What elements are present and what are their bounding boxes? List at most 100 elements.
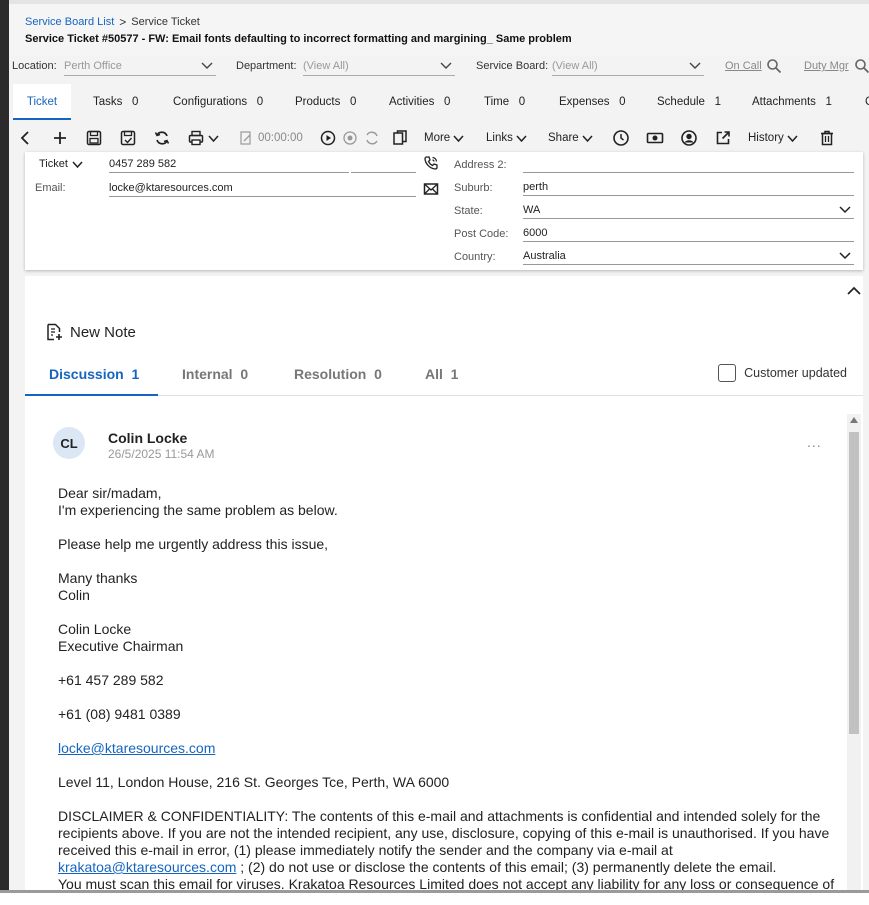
delete-button[interactable] (818, 128, 836, 148)
refresh-icon (154, 131, 170, 145)
suburb-field[interactable]: perth (523, 178, 854, 196)
country-select[interactable]: Australia (523, 247, 854, 265)
tab-configurations[interactable]: Configurations 0 (173, 84, 263, 120)
note-email-link[interactable]: locke@ktaresources.com (58, 740, 215, 756)
duty-mgr-link[interactable]: Duty Mgr (804, 60, 849, 72)
service-board-select[interactable]: (View All) (552, 56, 704, 76)
tab-internal[interactable]: Internal 0 (182, 356, 248, 396)
open-external-button[interactable] (714, 128, 732, 148)
share-menu[interactable]: Share (548, 128, 593, 148)
notes-tab-bar: Discussion 1 Internal 0 Resolution 0 All… (25, 356, 863, 396)
more-menu[interactable]: More (424, 128, 464, 148)
suburb-label: Suburb: (454, 182, 493, 194)
timer-control[interactable]: 00:00:00 (237, 128, 303, 148)
save-icon (86, 130, 102, 146)
postcode-field[interactable]: 6000 (523, 224, 854, 242)
new-button[interactable] (51, 128, 69, 148)
copy-button[interactable] (391, 128, 409, 148)
tab-expenses[interactable]: Expenses 0 (559, 84, 626, 120)
address2-field[interactable] (523, 155, 854, 173)
scroll-thumb[interactable] (849, 432, 859, 734)
ticket-toolbar: 00:00:00 More Links Share History (9, 124, 869, 152)
edit-time-icon (240, 131, 251, 145)
start-timer-button[interactable] (319, 128, 337, 148)
contact-button[interactable] (680, 128, 698, 148)
phone-icon[interactable] (423, 155, 439, 171)
department-select[interactable]: (View All) (303, 56, 455, 76)
new-note-button[interactable]: New Note (44, 322, 136, 342)
avatar: CL (53, 427, 85, 459)
search-icon[interactable] (854, 58, 869, 74)
note-line: Please help me urgently address this iss… (58, 536, 329, 552)
tab-overflow[interactable]: C (865, 84, 869, 120)
tab-resolution[interactable]: Resolution 0 (294, 356, 382, 396)
chevron-down-icon (516, 134, 527, 142)
save-and-close-button[interactable] (119, 128, 137, 148)
clock-icon (613, 130, 629, 146)
chevron-up-icon[interactable] (845, 282, 863, 300)
on-call-link[interactable]: On Call (725, 60, 762, 72)
service-ticket-window: Service Board List > Service Ticket Serv… (9, 0, 869, 890)
note-line: Colin (58, 587, 90, 603)
notes-scrollbar[interactable] (847, 414, 861, 890)
note-line: Dear sir/madam, (58, 485, 162, 501)
phone-extension-field[interactable] (351, 155, 416, 173)
reset-icon (366, 131, 378, 145)
back-button[interactable] (17, 128, 35, 148)
phone-field[interactable]: 0457 289 582 (109, 155, 349, 173)
disclaimer-text: DISCLAIMER & CONFIDENTIALITY: The conten… (58, 808, 830, 858)
disclaimer-email-link[interactable]: krakatoa@ktaresources.com (58, 859, 236, 875)
email-field[interactable]: locke@ktaresources.com (109, 179, 416, 197)
refresh-button[interactable] (153, 128, 171, 148)
search-icon[interactable] (766, 58, 782, 74)
location-value: Perth Office (64, 60, 122, 72)
new-note-icon (47, 323, 62, 341)
state-select[interactable]: WA (523, 201, 854, 219)
note-line: +61 (08) 9481 0389 (58, 706, 181, 722)
note-timestamp: 26/5/2025 11:54 AM (108, 447, 215, 461)
location-select[interactable]: Perth Office (64, 56, 216, 76)
history-menu[interactable]: History (748, 128, 798, 148)
disclaimer-text: You must scan this email for viruses. Kr… (58, 876, 835, 890)
chevron-down-icon (440, 62, 452, 69)
breadcrumb-service-board-list[interactable]: Service Board List (25, 16, 114, 28)
tab-ticket[interactable]: Ticket (13, 84, 71, 120)
tab-all[interactable]: All 1 (425, 356, 458, 396)
email-label: Email: (35, 182, 66, 194)
disclaimer-text: ; (2) do not use or disclose the content… (236, 859, 777, 875)
customer-updated-toggle[interactable]: Customer updated (718, 364, 847, 382)
stop-timer-button[interactable] (341, 128, 359, 148)
tab-discussion[interactable]: Discussion 1 (25, 356, 158, 396)
department-value: (View All) (303, 60, 349, 72)
note-line: Colin Locke (58, 621, 132, 637)
customer-updated-checkbox[interactable] (718, 364, 737, 382)
chevron-down-icon (208, 134, 219, 142)
tab-products[interactable]: Products 0 (295, 84, 356, 120)
page-header: Service Board List > Service Ticket Serv… (9, 0, 869, 56)
tab-tasks[interactable]: Tasks 0 (93, 84, 138, 120)
time-entry-button[interactable] (612, 128, 630, 148)
print-button[interactable] (187, 128, 219, 148)
note-options-icon[interactable]: ... (807, 434, 822, 450)
chevron-down-icon (72, 160, 83, 168)
tab-schedule[interactable]: Schedule 1 (657, 84, 721, 120)
record-icon (343, 131, 357, 145)
external-link-icon (716, 131, 730, 145)
save-button[interactable] (85, 128, 103, 148)
tab-attachments[interactable]: Attachments 1 (752, 84, 832, 120)
expense-button[interactable] (646, 128, 664, 148)
links-menu[interactable]: Links (486, 128, 527, 148)
user-circle-icon (681, 130, 697, 146)
scroll-up-arrow-icon[interactable] (850, 417, 858, 423)
envelope-icon[interactable] (423, 181, 439, 197)
play-icon (320, 130, 336, 146)
tab-activities[interactable]: Activities 0 (389, 84, 450, 120)
note-line: +61 457 289 582 (58, 672, 164, 688)
phone-type-select[interactable]: Ticket (39, 158, 83, 170)
tab-time[interactable]: Time 0 (484, 84, 525, 120)
printer-icon (188, 130, 204, 146)
notes-panel: New Note Discussion 1 Internal 0 Resolut… (25, 276, 863, 890)
breadcrumb: Service Board List > Service Ticket (25, 15, 200, 29)
money-icon (646, 132, 664, 144)
reset-timer-button[interactable] (363, 128, 381, 148)
